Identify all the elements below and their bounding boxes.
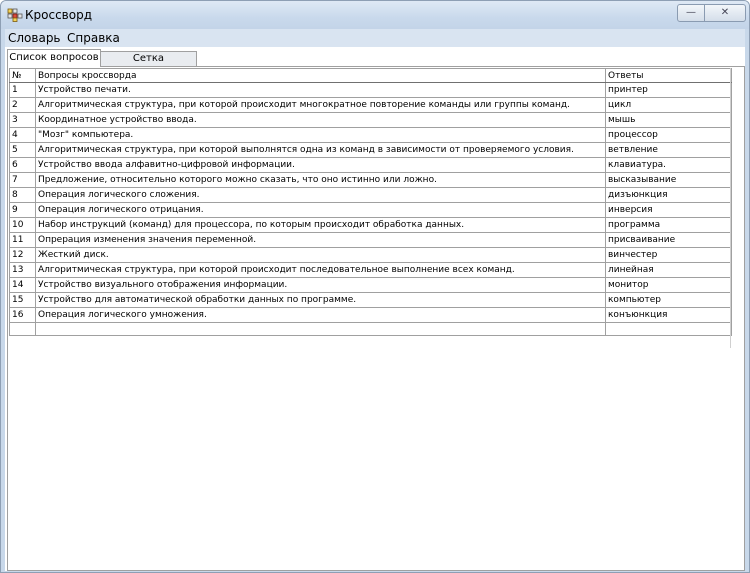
close-icon: ✕ bbox=[720, 7, 730, 18]
row-number-cell[interactable]: 11 bbox=[9, 232, 36, 248]
row-number-cell[interactable]: 13 bbox=[9, 262, 36, 278]
table-row[interactable]: 12 Жесткий диск. винчестер bbox=[9, 247, 732, 263]
close-button[interactable]: ✕ bbox=[704, 4, 746, 22]
column-header-number[interactable]: № bbox=[9, 68, 36, 83]
row-number-cell[interactable]: 15 bbox=[9, 292, 36, 308]
table-row[interactable]: 15 Устройство для автоматической обработк… bbox=[9, 292, 732, 308]
row-number-cell[interactable]: 5 bbox=[9, 142, 36, 158]
question-cell[interactable]: Опрерация изменения значения переменной. bbox=[35, 232, 606, 248]
table-row[interactable]: 3 Координатное устройство ввода. мышь bbox=[9, 112, 732, 128]
row-number-cell[interactable]: 8 bbox=[9, 187, 36, 203]
menu-help[interactable]: Справка bbox=[67, 31, 120, 45]
row-number-cell[interactable]: 2 bbox=[9, 97, 36, 113]
row-number-cell[interactable]: 14 bbox=[9, 277, 36, 293]
question-cell[interactable]: Устройство визуального отображения инфор… bbox=[35, 277, 606, 293]
menu-bar: Словарь Справка bbox=[5, 29, 745, 47]
answer-cell[interactable]: компьютер bbox=[605, 292, 732, 308]
grid-body: 1 Устройство печати. принтер 2 Алгоритмическ… bbox=[9, 82, 732, 336]
row-number-cell[interactable]: 12 bbox=[9, 247, 36, 263]
answer-cell[interactable]: присваивание bbox=[605, 232, 732, 248]
row-number-cell[interactable]: 10 bbox=[9, 217, 36, 233]
table-row[interactable]: 10 Набор инструкций (команд) для процессо… bbox=[9, 217, 732, 233]
table-row[interactable]: 9 Операция логического отрицания. инверсия bbox=[9, 202, 732, 218]
question-cell[interactable]: Алгоритмическая структура, при которой п… bbox=[35, 97, 606, 113]
table-row[interactable]: 13 Алгоритмическая структура, при которой… bbox=[9, 262, 732, 278]
grid-header-row: № Вопросы кроссворда Ответы bbox=[9, 68, 732, 83]
tab-crossword-grid[interactable]: Сетка кроссворда bbox=[100, 51, 197, 78]
row-number-cell[interactable]: 7 bbox=[9, 172, 36, 188]
answer-cell[interactable]: процессор bbox=[605, 127, 732, 143]
question-cell[interactable]: Операция логического отрицания. bbox=[35, 202, 606, 218]
question-cell[interactable]: Жесткий диск. bbox=[35, 247, 606, 263]
minimize-icon: — bbox=[686, 7, 696, 18]
question-cell[interactable]: Устройство ввода алфавитно-цифровой инфо… bbox=[35, 157, 606, 173]
new-row[interactable] bbox=[9, 322, 732, 336]
row-number-cell[interactable] bbox=[9, 322, 36, 336]
tab-question-list[interactable]: Список вопросов bbox=[7, 49, 101, 67]
question-cell[interactable]: Устройство для автоматической обработки … bbox=[35, 292, 606, 308]
question-cell[interactable]: Устройство печати. bbox=[35, 82, 606, 98]
table-row[interactable]: 8 Операция логического сложения. дизъюнкци… bbox=[9, 187, 732, 203]
answer-cell[interactable]: ветвление bbox=[605, 142, 732, 158]
table-row[interactable]: 16 Операция логического умножения. конъюнк… bbox=[9, 307, 732, 323]
column-header-answer[interactable]: Ответы bbox=[605, 68, 732, 83]
answer-cell[interactable]: дизъюнкция bbox=[605, 187, 732, 203]
question-cell[interactable]: Алгоритмическая структура, при которой п… bbox=[35, 262, 606, 278]
crossword-app-icon bbox=[7, 8, 23, 22]
table-row[interactable]: 5 Алгоритмическая структура, при которой … bbox=[9, 142, 732, 158]
answer-cell[interactable]: инверсия bbox=[605, 202, 732, 218]
column-header-question[interactable]: Вопросы кроссворда bbox=[35, 68, 606, 83]
table-row[interactable]: 11 Опрерация изменения значения переменно… bbox=[9, 232, 732, 248]
app-window: Кроссворд — ✕ Словарь Справка Список воп… bbox=[0, 0, 750, 573]
answer-cell[interactable]: цикл bbox=[605, 97, 732, 113]
answer-cell[interactable]: винчестер bbox=[605, 247, 732, 263]
question-cell[interactable]: Операция логического умножения. bbox=[35, 307, 606, 323]
tab-panel-question-list: № Вопросы кроссворда Ответы 1 Устройство … bbox=[7, 66, 745, 571]
row-number-cell[interactable]: 3 bbox=[9, 112, 36, 128]
question-cell[interactable]: Координатное устройство ввода. bbox=[35, 112, 606, 128]
question-cell[interactable]: "Мозг" компьютера. bbox=[35, 127, 606, 143]
title-bar[interactable]: Кроссворд — ✕ bbox=[1, 1, 749, 29]
client-area: Список вопросов Сетка кроссворда № Вопро… bbox=[5, 47, 745, 571]
row-number-cell[interactable]: 4 bbox=[9, 127, 36, 143]
row-number-cell[interactable]: 1 bbox=[9, 82, 36, 98]
questions-grid[interactable]: № Вопросы кроссворда Ответы 1 Устройство … bbox=[9, 68, 732, 336]
table-row[interactable]: 2 Алгоритмическая структура, при которой … bbox=[9, 97, 732, 113]
table-row[interactable]: 7 Предложение, относительно которого можн… bbox=[9, 172, 732, 188]
table-row[interactable]: 14 Устройство визуального отображения инф… bbox=[9, 277, 732, 293]
answer-cell[interactable]: программа bbox=[605, 217, 732, 233]
question-cell[interactable]: Набор инструкций (команд) для процессора… bbox=[35, 217, 606, 233]
answer-cell[interactable]: линейная bbox=[605, 262, 732, 278]
answer-cell[interactable]: принтер bbox=[605, 82, 732, 98]
row-number-cell[interactable]: 9 bbox=[9, 202, 36, 218]
answer-cell[interactable]: конъюнкция bbox=[605, 307, 732, 323]
row-number-cell[interactable]: 6 bbox=[9, 157, 36, 173]
answer-cell[interactable]: клавиатура. bbox=[605, 157, 732, 173]
grid-right-edge bbox=[730, 68, 731, 348]
minimize-button[interactable]: — bbox=[677, 4, 705, 22]
table-row[interactable]: 6 Устройство ввода алфавитно-цифровой инф… bbox=[9, 157, 732, 173]
question-cell[interactable]: Операция логического сложения. bbox=[35, 187, 606, 203]
tab-strip: Список вопросов Сетка кроссворда bbox=[5, 47, 745, 78]
question-cell[interactable] bbox=[35, 322, 606, 336]
table-row[interactable]: 4 "Мозг" компьютера. процессор bbox=[9, 127, 732, 143]
answer-cell[interactable]: высказывание bbox=[605, 172, 732, 188]
question-cell[interactable]: Алгоритмическая структура, при которой в… bbox=[35, 142, 606, 158]
question-cell[interactable]: Предложение, относительно которого можно… bbox=[35, 172, 606, 188]
answer-cell[interactable]: монитор bbox=[605, 277, 732, 293]
answer-cell[interactable]: мышь bbox=[605, 112, 732, 128]
row-number-cell[interactable]: 16 bbox=[9, 307, 36, 323]
answer-cell[interactable] bbox=[605, 322, 732, 336]
window-title: Кроссворд bbox=[25, 8, 93, 22]
table-row[interactable]: 1 Устройство печати. принтер bbox=[9, 82, 732, 98]
menu-dictionary[interactable]: Словарь bbox=[8, 31, 61, 45]
